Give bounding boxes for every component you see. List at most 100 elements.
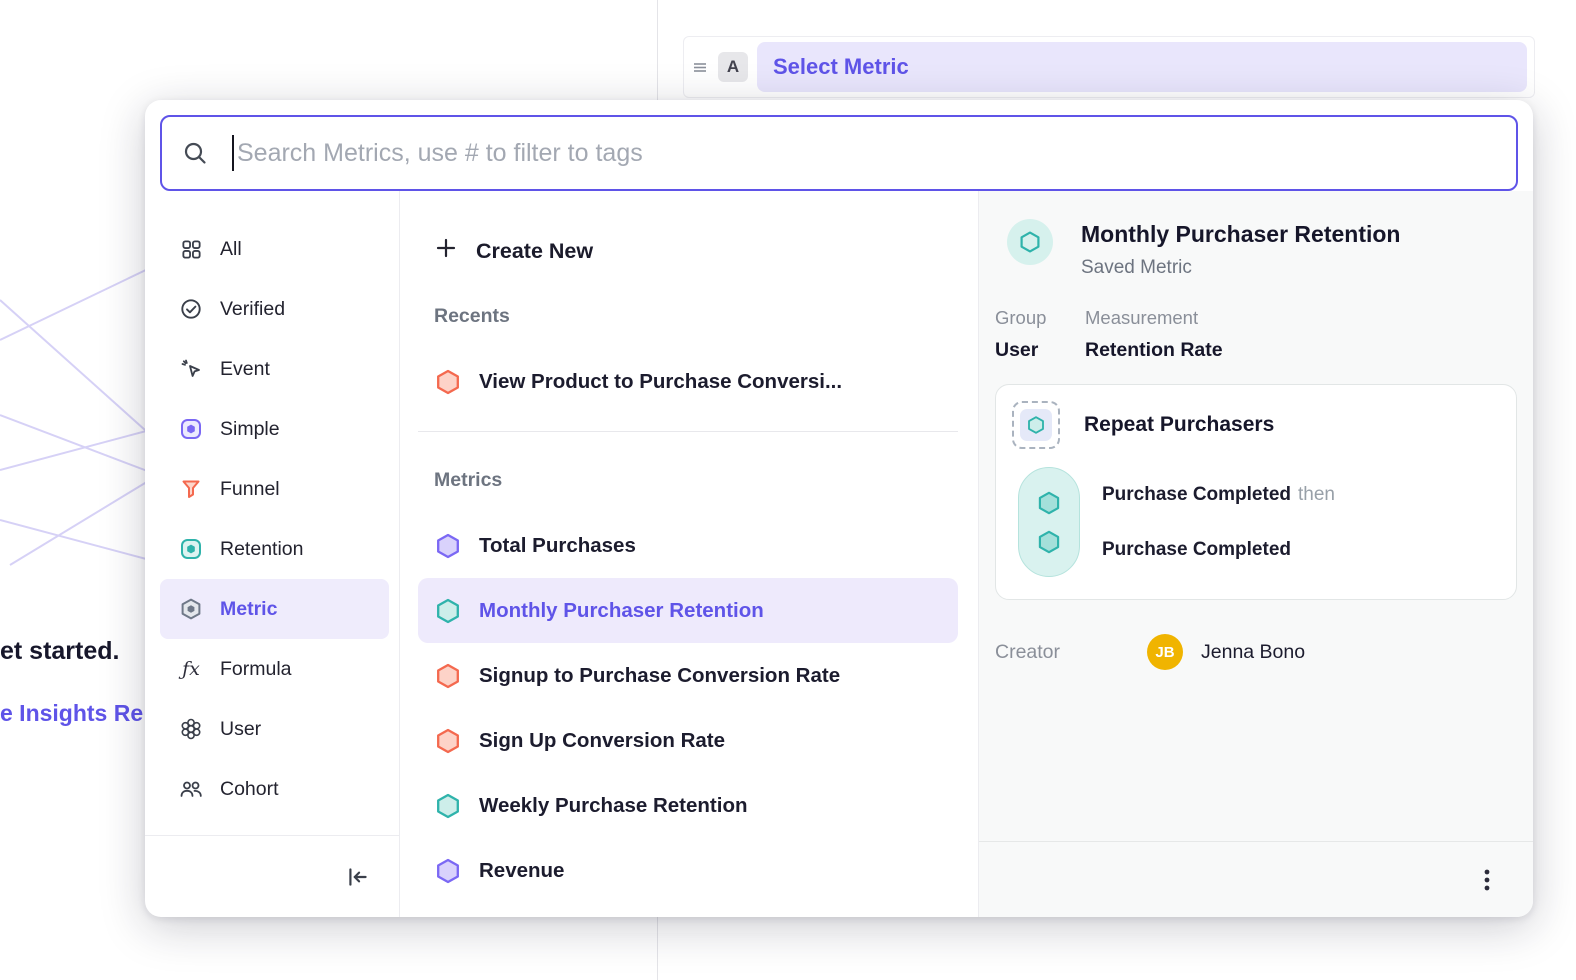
sidebar-item-label: Formula	[220, 658, 292, 681]
create-new-button[interactable]: Create New	[418, 227, 958, 275]
search-input[interactable]	[237, 139, 1496, 168]
grid-icon	[178, 238, 204, 261]
recents-header: Recents	[418, 305, 958, 328]
sidebar-footer	[145, 835, 399, 917]
create-new-label: Create New	[476, 239, 593, 264]
sidebar-item-retention[interactable]: Retention	[160, 519, 389, 579]
behavior-title: Repeat Purchasers	[1084, 413, 1274, 437]
filter-sidebar: All Verified Event	[145, 191, 400, 917]
metric-hexagon-icon-purple	[434, 857, 462, 885]
sidebar-item-label: Simple	[220, 418, 280, 441]
text-caret	[232, 135, 234, 171]
metric-hexagon-icon	[178, 597, 204, 621]
more-options-icon[interactable]	[1475, 867, 1499, 893]
metric-item-label: Sign Up Conversion Rate	[479, 729, 725, 753]
sidebar-item-label: All	[220, 238, 242, 261]
formula-fx-icon: ƒx	[178, 658, 204, 680]
event-cursor-icon	[178, 357, 204, 381]
series-badge[interactable]: A	[718, 52, 748, 82]
step-sequence-pill	[1018, 467, 1080, 577]
sidebar-item-label: Cohort	[220, 778, 279, 801]
sidebar-item-verified[interactable]: Verified	[160, 279, 389, 339]
behavior-icon-frame	[1012, 401, 1060, 449]
simple-metric-icon	[178, 417, 204, 441]
metric-list-item[interactable]: Total Purchases	[418, 513, 958, 578]
creator-label: Creator	[995, 641, 1147, 664]
search-box[interactable]	[160, 115, 1518, 191]
metric-item-label: Weekly Purchase Retention	[479, 794, 748, 818]
metric-hexagon-icon-teal	[434, 792, 462, 820]
metric-hexagon-icon-teal	[434, 597, 462, 625]
metric-hexagon-icon-red	[434, 368, 462, 396]
sidebar-item-metric[interactable]: Metric	[160, 579, 389, 639]
metric-hexagon-icon-red	[434, 662, 462, 690]
step-hexagon-icon	[1036, 529, 1062, 555]
metric-list-item[interactable]: Revenue	[418, 838, 958, 903]
sidebar-item-label: User	[220, 718, 261, 741]
sidebar-item-label: Retention	[220, 538, 303, 561]
sidebar-item-label: Verified	[220, 298, 285, 321]
metric-item-label: Total Purchases	[479, 534, 636, 558]
step-2: Purchase Completed	[1102, 539, 1335, 561]
verified-badge-icon	[178, 297, 204, 321]
group-label: Group	[995, 307, 1085, 329]
sidebar-item-cohort[interactable]: Cohort	[160, 759, 389, 819]
metrics-list: Total Purchases Monthly Purchaser Retent…	[418, 513, 958, 903]
metric-list-item-selected[interactable]: Monthly Purchaser Retention	[418, 578, 958, 643]
sidebar-item-user[interactable]: User	[160, 699, 389, 759]
search-icon	[182, 140, 208, 166]
behavior-steps: Purchase Completedthen Purchase Complete…	[1018, 467, 1500, 577]
metric-item-label: Monthly Purchaser Retention	[479, 599, 764, 623]
creator-avatar: JB	[1147, 634, 1183, 670]
select-metric-label: Select Metric	[773, 54, 909, 80]
cohort-people-icon	[178, 777, 204, 801]
metrics-header: Metrics	[418, 469, 958, 492]
select-metric-field[interactable]: Select Metric	[757, 42, 1527, 92]
measurement-label: Measurement	[1085, 307, 1223, 329]
sidebar-item-label: Funnel	[220, 478, 280, 501]
preview-footer	[979, 841, 1533, 917]
metric-item-label: Revenue	[479, 859, 564, 883]
group-value: User	[995, 339, 1085, 362]
preview-meta: Group User Measurement Retention Rate	[995, 307, 1517, 362]
metric-picker-modal: All Verified Event	[145, 100, 1533, 917]
sidebar-item-event[interactable]: Event	[160, 339, 389, 399]
metric-hexagon-icon-red	[434, 727, 462, 755]
get-started-text: et started.	[0, 637, 119, 666]
measurement-value: Retention Rate	[1085, 339, 1223, 362]
collapse-sidebar-icon[interactable]	[345, 864, 371, 890]
funnel-icon	[178, 477, 204, 501]
metric-list-item[interactable]: Signup to Purchase Conversion Rate	[418, 643, 958, 708]
metric-hexagon-icon-purple	[434, 532, 462, 560]
metric-list-item[interactable]: Sign Up Conversion Rate	[418, 708, 958, 773]
behavior-card-header: Repeat Purchasers	[1012, 401, 1500, 449]
page: et started. e Insights Re A Select Metri…	[0, 0, 1576, 980]
sidebar-item-label: Metric	[220, 598, 277, 621]
step-1: Purchase Completedthen	[1102, 484, 1335, 506]
preview-header: Monthly Purchaser Retention Saved Metric	[1007, 219, 1517, 279]
behavior-card: Repeat Purchasers Purchase Completedthen	[995, 384, 1517, 600]
metric-list-column: Create New Recents View Product to Purch…	[400, 191, 978, 917]
insights-report-link[interactable]: e Insights Re	[0, 700, 143, 727]
user-flower-icon	[178, 717, 204, 741]
metric-list-item[interactable]: Weekly Purchase Retention	[418, 773, 958, 838]
sidebar-item-funnel[interactable]: Funnel	[160, 459, 389, 519]
plus-icon	[434, 236, 458, 266]
sidebar-item-simple[interactable]: Simple	[160, 399, 389, 459]
preview-title: Monthly Purchaser Retention	[1081, 221, 1400, 248]
search-area	[145, 100, 1533, 191]
recent-metric-item[interactable]: View Product to Purchase Conversi...	[418, 350, 958, 414]
sidebar-item-all[interactable]: All	[160, 219, 389, 279]
creator-row: Creator JB Jenna Bono	[995, 634, 1517, 670]
sidebar-item-label: Event	[220, 358, 270, 381]
metric-preview-panel: Monthly Purchaser Retention Saved Metric…	[978, 191, 1533, 917]
metric-bar: A Select Metric	[683, 36, 1535, 98]
creator-name: Jenna Bono	[1201, 641, 1305, 664]
modal-content: All Verified Event	[145, 191, 1533, 917]
drag-handle-icon[interactable]	[691, 58, 709, 76]
retention-icon	[178, 537, 204, 561]
sidebar-item-formula[interactable]: ƒx Formula	[160, 639, 389, 699]
retention-metric-icon	[1007, 219, 1053, 265]
step-hexagon-icon	[1036, 490, 1062, 516]
metric-item-label: Signup to Purchase Conversion Rate	[479, 664, 840, 688]
